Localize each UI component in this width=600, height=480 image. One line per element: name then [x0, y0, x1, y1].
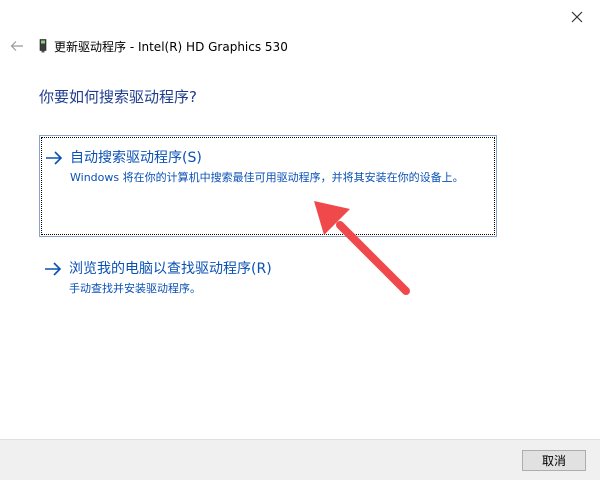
arrow-right-icon — [45, 262, 62, 276]
back-arrow-icon — [10, 41, 23, 51]
auto-search-description: Windows 将在你的计算机中搜索最佳可用驱动程序，并将其安装在你的设备上。 — [70, 171, 464, 184]
window-title: 更新驱动程序 - Intel(R) HD Graphics 530 — [54, 39, 288, 54]
page-heading: 你要如何搜索驱动程序? — [39, 88, 197, 106]
dialog-footer: 取消 — [0, 439, 600, 480]
auto-search-title: 自动搜索驱动程序(S) — [70, 150, 202, 166]
arrow-right-icon — [46, 151, 63, 165]
cancel-button[interactable]: 取消 — [522, 450, 586, 471]
browse-computer-title: 浏览我的电脑以查找驱动程序(R) — [69, 261, 272, 277]
close-button[interactable] — [554, 4, 600, 30]
close-icon — [571, 11, 583, 23]
browse-computer-option[interactable]: 浏览我的电脑以查找驱动程序(R) 手动查找并安装驱动程序。 — [39, 255, 497, 305]
browse-computer-description: 手动查找并安装驱动程序。 — [69, 282, 201, 295]
auto-search-option[interactable]: 自动搜索驱动程序(S) Windows 将在你的计算机中搜索最佳可用驱动程序，并… — [39, 135, 497, 237]
device-icon — [38, 38, 48, 54]
back-button[interactable] — [8, 37, 26, 55]
title-bar: 更新驱动程序 - Intel(R) HD Graphics 530 — [8, 36, 540, 56]
